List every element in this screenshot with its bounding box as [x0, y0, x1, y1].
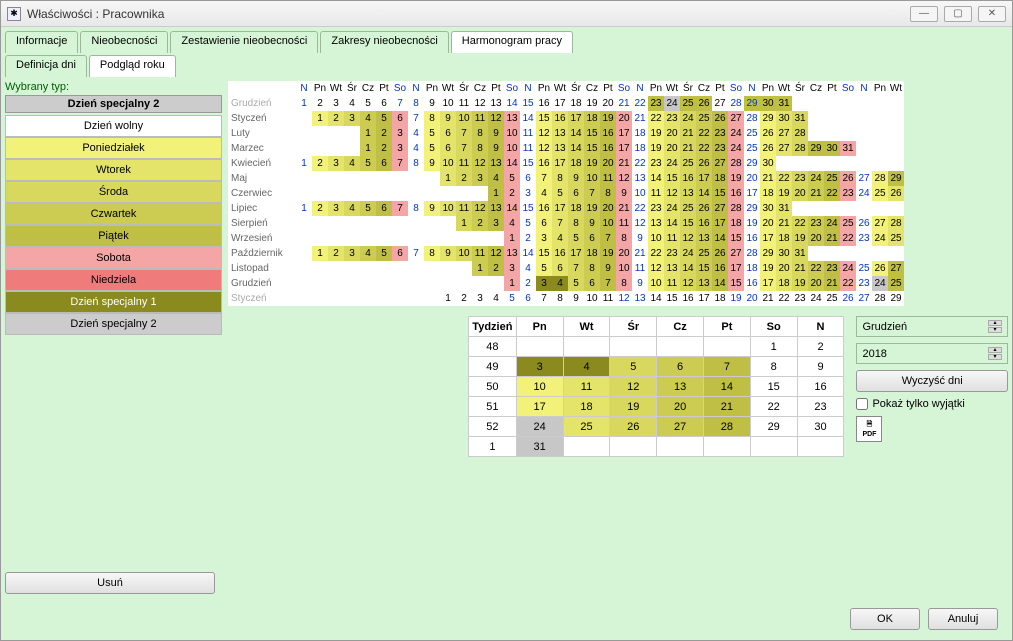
- window-body: InformacjeNieobecnościZestawienie nieobe…: [1, 27, 1012, 640]
- sub-tab[interactable]: Podgląd roku: [89, 55, 176, 77]
- cancel-button[interactable]: Anuluj: [928, 608, 998, 630]
- only-exceptions-label: Pokaż tylko wyjątki: [872, 398, 964, 410]
- dialog-footer: OK Anuluj: [5, 602, 1008, 636]
- day-type-item[interactable]: Niedziela: [5, 269, 222, 291]
- day-type-item[interactable]: Czwartek: [5, 203, 222, 225]
- pdf-label: PDF: [862, 431, 876, 438]
- day-type-item[interactable]: Środa: [5, 181, 222, 203]
- titlebar: ✱ Właściwości : Pracownika — ▢ ✕: [1, 1, 1012, 27]
- day-type-item[interactable]: Dzień wolny: [5, 115, 222, 137]
- main-tab[interactable]: Zakresy nieobecności: [320, 31, 448, 53]
- day-type-item[interactable]: Dzień specjalny 2: [5, 313, 222, 335]
- day-type-item[interactable]: Dzień specjalny 1: [5, 291, 222, 313]
- day-type-item[interactable]: Sobota: [5, 247, 222, 269]
- pdf-icon: 🗎: [867, 420, 873, 431]
- sub-tab[interactable]: Definicja dni: [5, 55, 87, 77]
- ok-button[interactable]: OK: [850, 608, 920, 630]
- maximize-button[interactable]: ▢: [944, 6, 972, 22]
- year-value: 2018: [862, 348, 886, 360]
- main-tab[interactable]: Harmonogram pracy: [451, 31, 573, 53]
- minimize-button[interactable]: —: [910, 6, 938, 22]
- clear-days-button[interactable]: Wyczyść dni: [856, 370, 1008, 392]
- sub-tabs: Definicja dniPodgląd roku: [5, 55, 1008, 77]
- export-pdf-button[interactable]: 🗎 PDF: [856, 416, 882, 442]
- day-type-item[interactable]: Wtorek: [5, 159, 222, 181]
- app-icon: ✱: [7, 7, 21, 21]
- only-exceptions-checkbox[interactable]: Pokaż tylko wyjątki: [856, 398, 1008, 410]
- properties-window: ✱ Właściwości : Pracownika — ▢ ✕ Informa…: [0, 0, 1013, 641]
- month-selector[interactable]: Grudzień ▴▾: [856, 316, 1008, 337]
- year-overview-table[interactable]: NPnWtŚrCzPtSoNPnWtŚrCzPtSoNPnWtŚrCzPtSoN…: [228, 81, 904, 306]
- close-button[interactable]: ✕: [978, 6, 1006, 22]
- main-tab[interactable]: Zestawienie nieobecności: [170, 31, 318, 53]
- day-type-item[interactable]: Piątek: [5, 225, 222, 247]
- window-title: Właściwości : Pracownika: [27, 7, 164, 21]
- main-tab[interactable]: Informacje: [5, 31, 78, 53]
- selected-type-label: Wybrany typ:: [5, 81, 222, 93]
- day-type-panel: Wybrany typ: Dzień specjalny 2 Dzień wol…: [5, 81, 222, 602]
- day-type-item[interactable]: Poniedziałek: [5, 137, 222, 159]
- calendar-controls: Grudzień ▴▾ 2018 ▴▾ Wyczyść dni Pokaż ty…: [856, 316, 1008, 442]
- main-tabs: InformacjeNieobecnościZestawienie nieobe…: [5, 31, 1008, 53]
- selected-type-display: Dzień specjalny 2: [5, 95, 222, 113]
- month-value: Grudzień: [862, 321, 907, 333]
- year-selector[interactable]: 2018 ▴▾: [856, 343, 1008, 364]
- day-type-list: Dzień wolnyPoniedziałekWtorekŚrodaCzwart…: [5, 115, 222, 572]
- week-detail-table[interactable]: TydzieńPnWtŚrCzPtSoN48124934567895010111…: [468, 316, 844, 457]
- delete-button[interactable]: Usuń: [5, 572, 215, 594]
- only-exceptions-input[interactable]: [856, 398, 868, 410]
- main-tab[interactable]: Nieobecności: [80, 31, 168, 53]
- calendar-panel: NPnWtŚrCzPtSoNPnWtŚrCzPtSoNPnWtŚrCzPtSoN…: [228, 81, 1008, 602]
